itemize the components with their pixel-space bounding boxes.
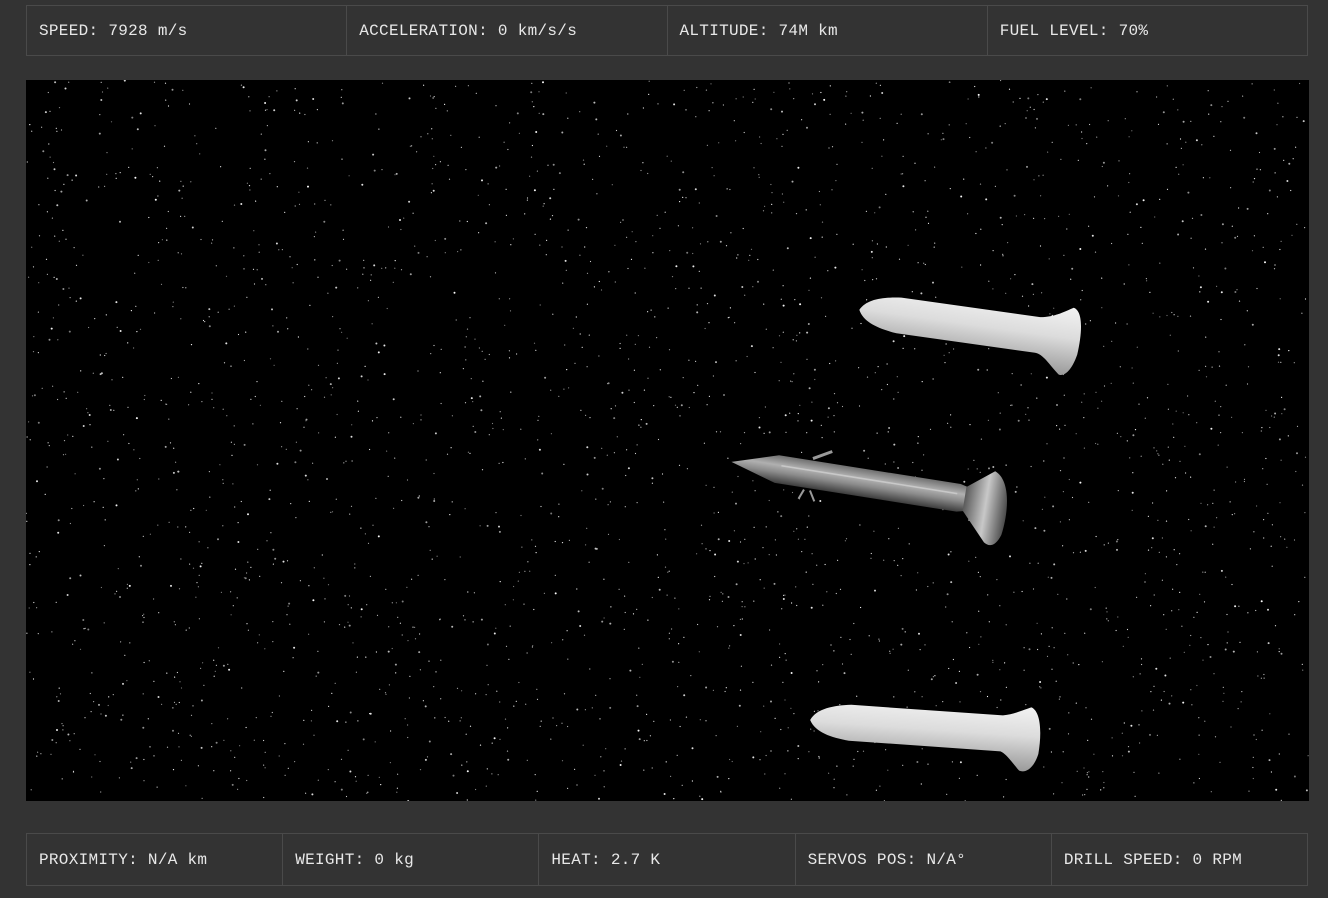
acceleration-label: ACCELERATION: <box>359 21 488 40</box>
altitude-readout: ALTITUDE: 74M km <box>668 6 988 55</box>
starfield <box>26 80 1309 801</box>
altitude-value: 74M km <box>778 21 838 40</box>
space-viewport[interactable] <box>26 80 1309 801</box>
weight-readout: WEIGHT: 0 kg <box>283 834 540 885</box>
proximity-value: N/A km <box>147 850 208 869</box>
servos-pos-value: N/A° <box>926 850 967 869</box>
fuel-level-value: 70% <box>1118 21 1149 40</box>
weight-value: 0 kg <box>374 850 415 869</box>
heat-label: HEAT: <box>551 850 601 869</box>
telemetry-bar-bottom: PROXIMITY: N/A km WEIGHT: 0 kg HEAT: 2.7… <box>26 833 1308 886</box>
booster-bottom <box>810 704 1041 772</box>
altitude-label: ALTITUDE: <box>679 21 769 40</box>
fuel-level-label: FUEL LEVEL: <box>999 21 1109 40</box>
space-scene[interactable] <box>26 80 1309 801</box>
acceleration-value: 0 km/s/s <box>497 21 578 40</box>
proximity-readout: PROXIMITY: N/A km <box>27 834 284 885</box>
speed-value: 7928 m/s <box>108 21 188 40</box>
servos-pos-readout: SERVOS POS: N/A° <box>796 834 1052 885</box>
servos-pos-label: SERVOS POS: <box>807 850 917 869</box>
rocket-main <box>731 450 1007 546</box>
drill-speed-value: 0 RPM <box>1192 850 1243 869</box>
telemetry-bar-top: SPEED: 7928 m/s ACCELERATION: 0 km/s/s A… <box>26 5 1308 56</box>
heat-readout: HEAT: 2.7 K <box>539 834 796 885</box>
speed-label: SPEED: <box>39 21 99 40</box>
proximity-label: PROXIMITY: <box>39 850 139 869</box>
acceleration-readout: ACCELERATION: 0 km/s/s <box>347 6 668 55</box>
weight-label: WEIGHT: <box>295 850 365 869</box>
fuel-level-readout: FUEL LEVEL: 70% <box>988 6 1307 55</box>
booster-top <box>859 297 1081 375</box>
speed-readout: SPEED: 7928 m/s <box>27 6 348 55</box>
drill-speed-readout: DRILL SPEED: 0 RPM <box>1052 834 1307 885</box>
heat-value: 2.7 K <box>610 850 661 869</box>
drill-speed-label: DRILL SPEED: <box>1063 850 1183 869</box>
